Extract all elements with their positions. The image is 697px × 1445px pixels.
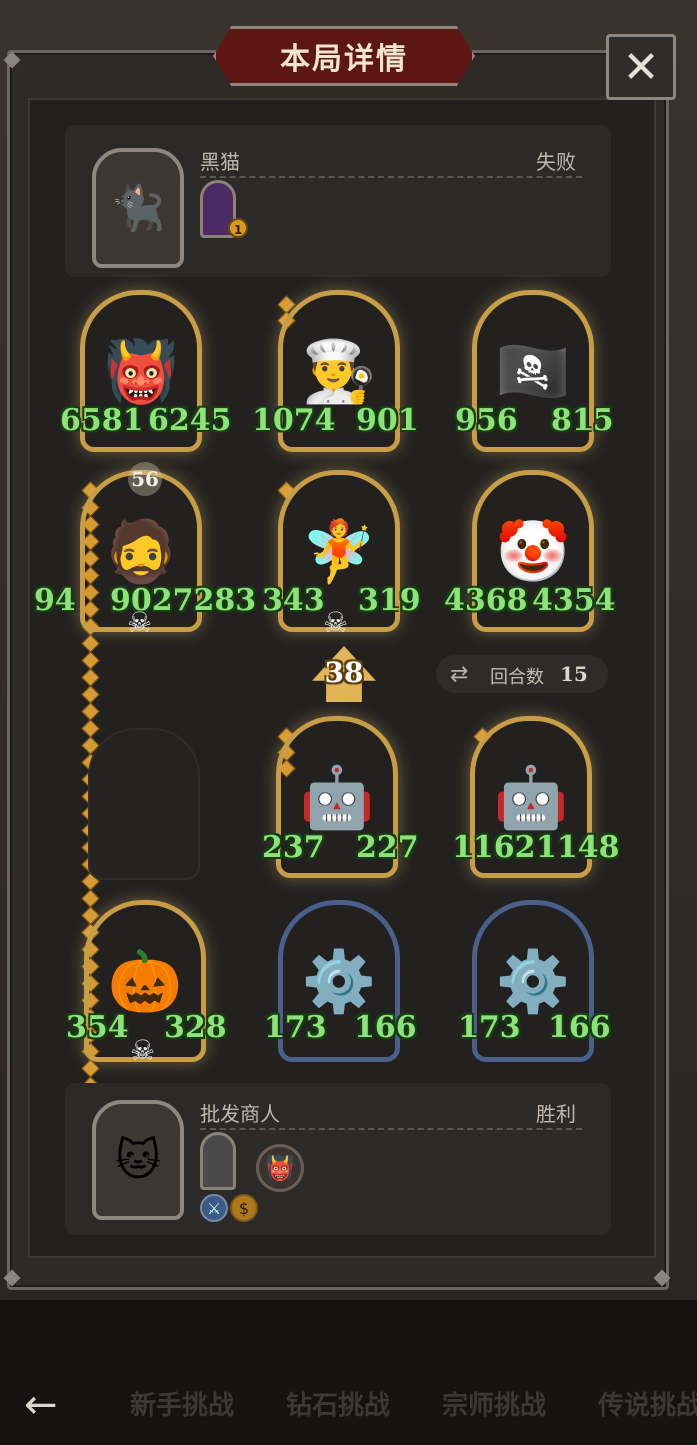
mask-icon: 👹: [265, 1154, 295, 1182]
card-attack: 354: [66, 1010, 129, 1045]
card-health: 166: [548, 1010, 611, 1045]
card-health: 319: [358, 583, 421, 618]
card-health: 4354: [532, 583, 616, 618]
skull-icon: ☠: [127, 606, 153, 639]
card-attack: 237: [262, 830, 325, 865]
card-health: 815: [551, 403, 614, 438]
card-attack: 956: [455, 403, 518, 438]
card-attack: 6581: [60, 403, 144, 438]
rounds-value: 15: [560, 662, 588, 686]
player-name: 批发商人: [200, 1102, 280, 1126]
page-title: 本局详情: [280, 42, 408, 77]
card-attack: 4368: [444, 583, 528, 618]
card-attack: 173: [264, 1010, 327, 1045]
mask-trinket[interactable]: 👹: [256, 1144, 304, 1192]
gold-skill-icon[interactable]: $: [230, 1194, 258, 1222]
card-attack: 343: [262, 583, 325, 618]
opponent-portrait: 🐈‍⬛: [92, 148, 184, 268]
card-attack: 94: [34, 583, 76, 618]
close-button[interactable]: ✕: [606, 34, 676, 100]
trinket-level-badge: 1: [228, 218, 248, 238]
empty-card-slot: [88, 728, 200, 880]
card-health: 901: [356, 403, 419, 438]
player-trinket[interactable]: [200, 1132, 236, 1190]
back-arrow-icon[interactable]: ←: [24, 1382, 58, 1428]
black-cat-icon: 🐈‍⬛: [110, 183, 166, 234]
rounds-swap-icon: ⇄: [450, 662, 469, 687]
attack-arrow-value: 38: [324, 656, 364, 689]
divider: [200, 1128, 582, 1130]
tab-diamond-challenge[interactable]: 钻石挑战: [286, 1385, 390, 1422]
opponent-name: 黑猫: [200, 150, 240, 174]
opponent-result: 失败: [536, 150, 576, 174]
tab-master-challenge[interactable]: 宗师挑战: [442, 1385, 546, 1422]
cat-merchant-icon: 🐱: [115, 1134, 161, 1186]
bottom-bar: [0, 1300, 697, 1445]
attack-count-badge: 56: [128, 462, 162, 496]
divider: [200, 176, 582, 178]
skull-icon: ☠: [130, 1034, 156, 1067]
skull-icon: ☠: [323, 606, 349, 639]
tab-legend-challenge[interactable]: 传说挑战: [598, 1385, 697, 1422]
sword-skill-icon[interactable]: ⚔: [200, 1194, 228, 1222]
card-attack: 1162: [452, 830, 536, 865]
tab-novice-challenge[interactable]: 新手挑战: [130, 1385, 234, 1422]
close-icon: ✕: [622, 41, 660, 93]
rounds-label: 回合数: [490, 667, 544, 688]
card-attack: 173: [458, 1010, 521, 1045]
title-banner: 本局详情: [213, 26, 475, 86]
player-portrait: 🐱: [92, 1100, 184, 1220]
card-attack: 1074: [252, 403, 336, 438]
card-health: 166: [354, 1010, 417, 1045]
card-health: 227: [356, 830, 419, 865]
card-health: 1148: [536, 830, 620, 865]
player-result: 胜利: [536, 1102, 576, 1126]
card-health: 328: [164, 1010, 227, 1045]
card-health: 6245: [148, 403, 232, 438]
